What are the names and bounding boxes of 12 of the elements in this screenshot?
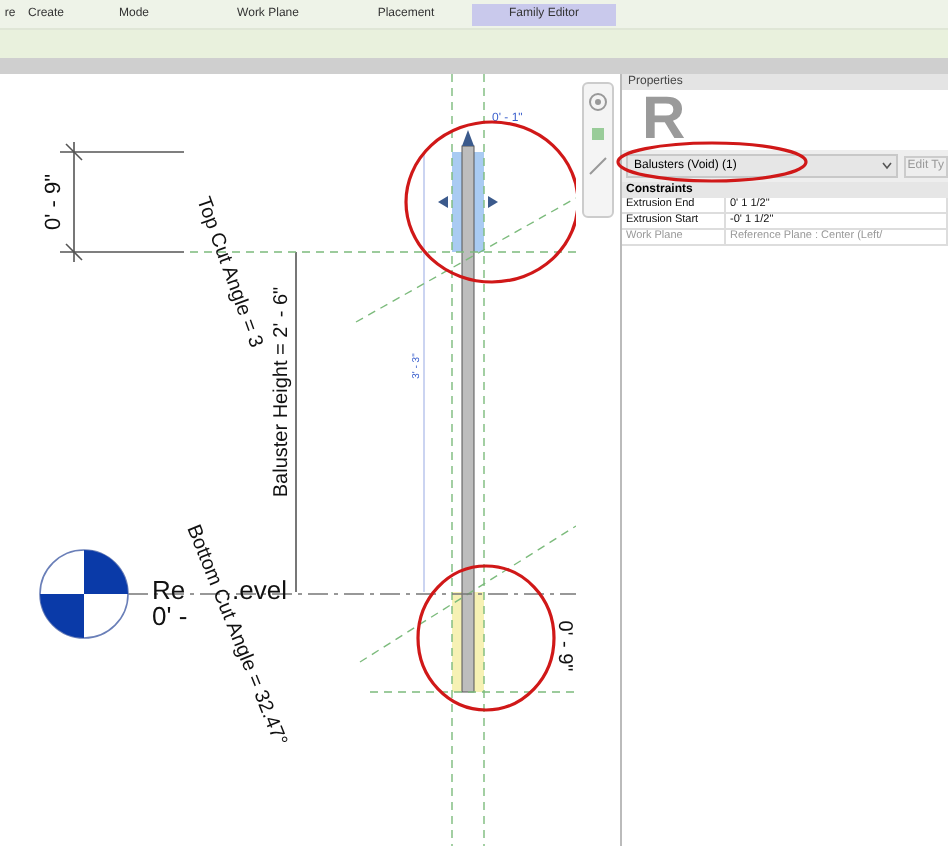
caret-icon xyxy=(881,162,892,170)
parameter-label: Top Cut Angle = 3 xyxy=(191,194,267,351)
level-label: 0' - xyxy=(152,600,188,631)
dimension-text: 0' - 9" xyxy=(552,620,575,672)
dimension-drawing xyxy=(59,141,185,263)
dimension-text: 0' - 9" xyxy=(41,174,66,230)
app-logo: R xyxy=(642,90,688,150)
parameter-label: Baluster Height = 2' - 6" xyxy=(271,286,294,498)
level-label: Re xyxy=(152,574,186,605)
level-head-icon xyxy=(39,549,129,639)
level-label: .evel xyxy=(232,574,287,605)
shape-handle-icon xyxy=(438,130,498,208)
